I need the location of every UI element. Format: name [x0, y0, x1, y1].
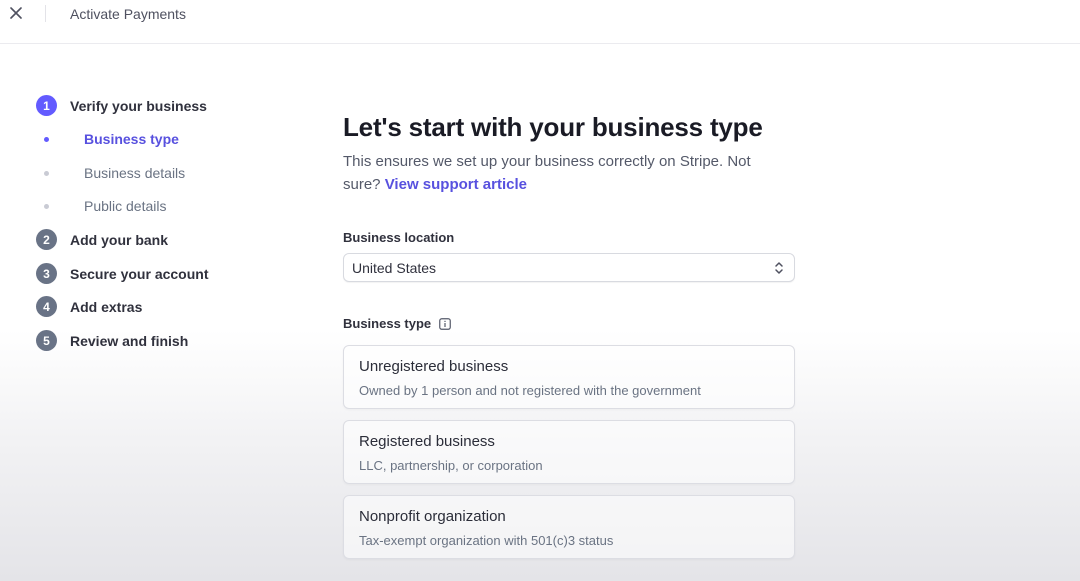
step-number: 3: [36, 263, 57, 284]
step-label: Add your bank: [70, 231, 169, 248]
step-label: Add extras: [70, 298, 143, 315]
substep-dot: [44, 136, 49, 142]
info-icon[interactable]: [439, 317, 452, 330]
step-number: 4: [36, 296, 57, 317]
step-secure-account[interactable]: 3 Secure your account: [34, 263, 209, 284]
step-verify-business[interactable]: 1 Verify your business: [34, 95, 207, 116]
option-unregistered-business[interactable]: Unregistered business Owned by 1 person …: [343, 345, 795, 409]
option-registered-business[interactable]: Registered business LLC, partnership, or…: [343, 420, 795, 484]
step-review-finish[interactable]: 5 Review and finish: [34, 330, 188, 351]
option-title: Unregistered business: [359, 358, 509, 375]
business-location-label: Business location: [343, 230, 455, 245]
step-label: Review and finish: [70, 332, 189, 349]
business-type-label: Business type: [343, 316, 432, 331]
step-number: 5: [36, 330, 57, 351]
page-description: This ensures we set up your business cor…: [343, 150, 783, 196]
substep-label: Public details: [84, 198, 167, 214]
step-add-extras[interactable]: 4 Add extras: [34, 296, 142, 317]
topbar-divider: [45, 5, 46, 22]
support-article-link[interactable]: View support article: [385, 176, 527, 193]
step-number: 1: [36, 95, 57, 116]
page-header-title: Activate Payments: [70, 6, 186, 22]
close-button[interactable]: [6, 3, 26, 23]
substep-dot: [44, 170, 49, 176]
business-location-value: United States: [352, 260, 437, 276]
close-icon: [10, 7, 22, 19]
substep-dot: [44, 203, 49, 209]
option-description: Tax-exempt organization with 501(c)3 sta…: [359, 533, 614, 548]
option-description: LLC, partnership, or corporation: [359, 458, 543, 473]
substep-label: Business type: [84, 131, 179, 147]
business-location-select[interactable]: United States: [343, 253, 795, 282]
chevron-up-down-icon: [775, 262, 783, 274]
substep-business-type[interactable]: Business type: [34, 131, 179, 147]
step-label: Verify your business: [70, 97, 207, 114]
step-add-bank[interactable]: 2 Add your bank: [34, 229, 168, 250]
substep-public-details[interactable]: Public details: [34, 198, 167, 214]
step-number: 2: [36, 229, 57, 250]
option-nonprofit-organization[interactable]: Nonprofit organization Tax-exempt organi…: [343, 495, 795, 559]
top-bar: Activate Payments: [0, 0, 1080, 44]
option-title: Nonprofit organization: [359, 508, 506, 525]
substep-label: Business details: [84, 165, 186, 181]
page-title: Let's start with your business type: [343, 112, 763, 142]
main-content: Let's start with your business type This…: [343, 110, 795, 559]
substep-business-details[interactable]: Business details: [34, 165, 185, 181]
option-title: Registered business: [359, 433, 495, 450]
business-type-label-row: Business type: [343, 316, 452, 331]
option-description: Owned by 1 person and not registered wit…: [359, 383, 701, 398]
step-label: Secure your account: [70, 265, 209, 282]
